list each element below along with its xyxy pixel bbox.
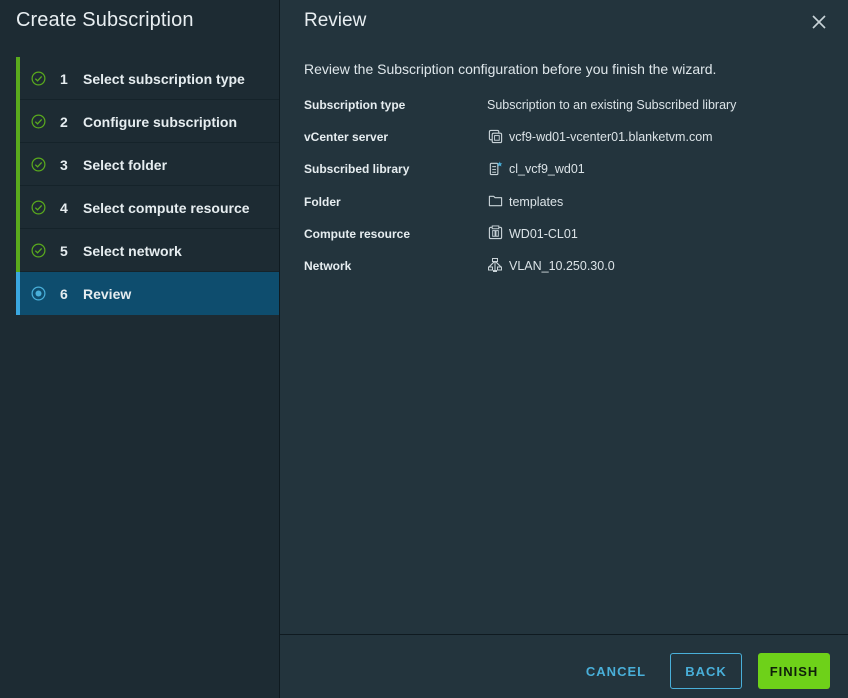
field-value: vcf9-wd01-vcenter01.blanketvm.com: [509, 130, 713, 145]
cluster-icon: [487, 225, 503, 241]
step-label: Select subscription type: [83, 70, 245, 87]
step-select-network[interactable]: 5 Select network: [16, 229, 279, 272]
field-label: Compute resource: [304, 226, 411, 241]
field-value: templates: [509, 194, 564, 209]
back-button[interactable]: BACK: [670, 653, 742, 689]
field-label: Folder: [304, 194, 341, 209]
field-network: Network VLAN_10.250.30.0: [304, 257, 824, 289]
check-circle-icon: [30, 200, 46, 216]
step-configure-subscription[interactable]: 2 Configure subscription: [16, 100, 279, 143]
step-number: 5: [60, 242, 68, 259]
step-select-subscription-type[interactable]: 1 Select subscription type: [16, 57, 279, 100]
step-label: Review: [83, 285, 132, 302]
check-circle-icon: [30, 114, 46, 130]
field-label: Subscription type: [304, 98, 406, 112]
step-number: 2: [60, 113, 68, 130]
close-button[interactable]: [810, 13, 828, 31]
field-folder: Folder templates: [304, 193, 824, 225]
step-label: Select network: [83, 242, 182, 259]
field-label: vCenter server: [304, 130, 389, 145]
field-value: VLAN_10.250.30.0: [509, 258, 615, 273]
create-subscription-wizard: Create Subscription 1 Select subscriptio…: [0, 0, 848, 698]
step-select-compute-resource[interactable]: 4 Select compute resource: [16, 186, 279, 229]
review-pane: Review Review the Subscription configura…: [280, 0, 848, 698]
step-review[interactable]: 6 Review: [16, 272, 279, 315]
step-select-folder[interactable]: 3 Select folder: [16, 143, 279, 186]
review-intro: Review the Subscription configuration be…: [304, 61, 717, 77]
field-compute-resource: Compute resource WD01-CL01: [304, 225, 824, 257]
field-value: cl_vcf9_wd01: [509, 162, 585, 177]
check-circle-icon: [30, 71, 46, 87]
wizard-footer: CANCEL BACK FINISH: [280, 634, 848, 698]
wizard-title: Create Subscription: [16, 9, 194, 31]
vcenter-icon: [487, 128, 503, 144]
subscribed-library-icon: [487, 160, 503, 176]
field-vcenter-server: vCenter server vcf9-wd01-vcenter01.blank…: [304, 128, 824, 160]
field-subscribed-library: Subscribed library cl_vcf9_wd01: [304, 160, 824, 192]
wizard-sidebar: Create Subscription 1 Select subscriptio…: [0, 0, 280, 698]
review-details: Subscription type Subscription to an exi…: [304, 96, 824, 289]
step-number: 1: [60, 70, 68, 87]
page-title: Review: [304, 10, 367, 31]
check-circle-icon: [30, 157, 46, 173]
step-number: 4: [60, 199, 68, 216]
field-value: WD01-CL01: [509, 226, 578, 241]
close-icon: [812, 15, 826, 29]
step-number: 3: [60, 156, 68, 173]
field-subscription-type: Subscription type Subscription to an exi…: [304, 96, 824, 128]
folder-icon: [487, 193, 503, 209]
check-circle-icon: [30, 243, 46, 259]
finish-button[interactable]: FINISH: [758, 653, 830, 689]
dot-circle-icon: [30, 286, 46, 302]
field-label: Subscribed library: [304, 162, 410, 177]
network-icon: [487, 257, 503, 273]
step-label: Configure subscription: [83, 113, 237, 130]
field-label: Network: [304, 258, 352, 273]
cancel-button[interactable]: CANCEL: [576, 653, 656, 689]
step-label: Select folder: [83, 156, 168, 173]
step-label: Select compute resource: [83, 199, 250, 216]
step-number: 6: [60, 285, 68, 302]
wizard-steps: 1 Select subscription type 2 Configure s…: [16, 57, 279, 315]
field-value: Subscription to an existing Subscribed l…: [487, 98, 737, 112]
